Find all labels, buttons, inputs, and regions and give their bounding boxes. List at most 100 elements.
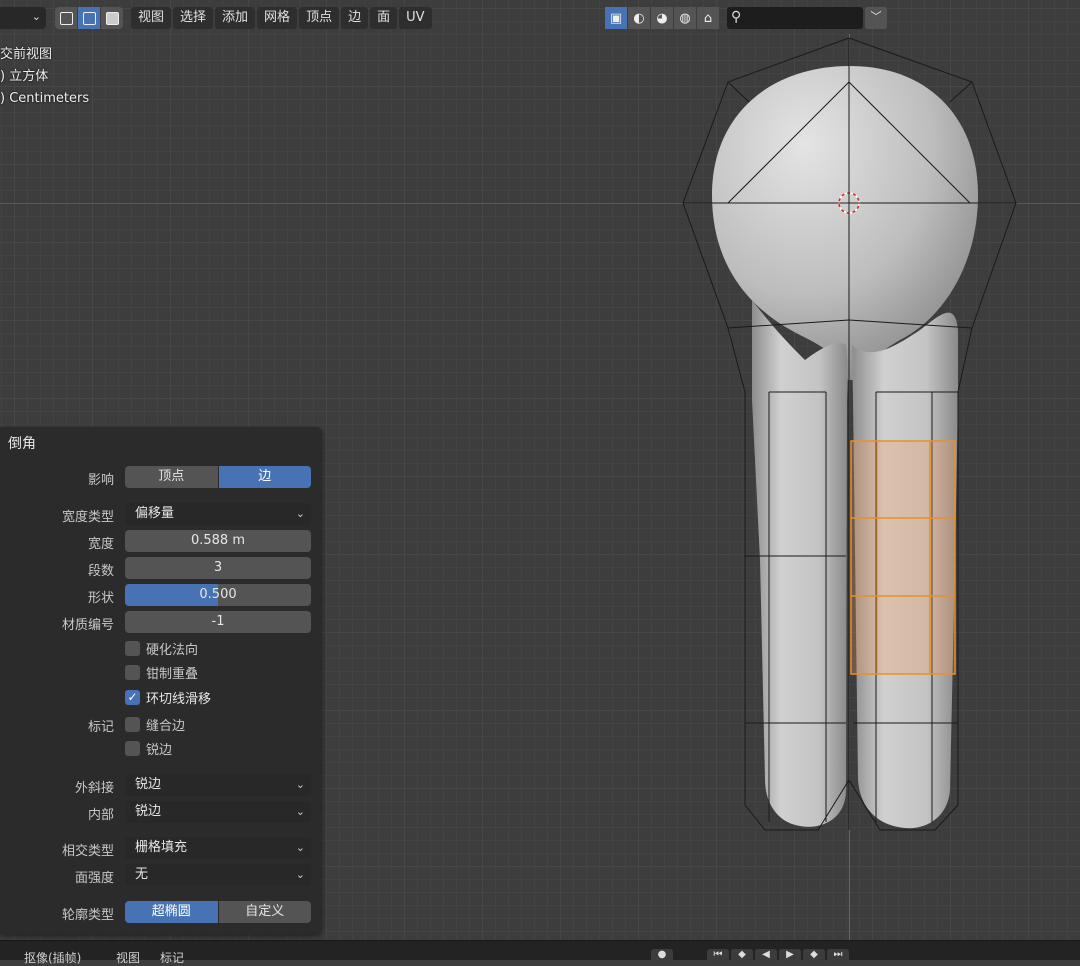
- menu-edge[interactable]: 边: [341, 7, 369, 29]
- edge-select-button[interactable]: [78, 7, 100, 29]
- segments-value: 3: [213, 560, 223, 575]
- segments-label: 段数: [87, 564, 114, 579]
- chevron-down-icon: ⌄: [295, 868, 305, 881]
- intersection-type-dropdown[interactable]: 栅格填充 ⌄: [125, 837, 311, 859]
- miter-outer-row: 外斜接 锐边 ⌄: [0, 773, 322, 797]
- chevron-down-icon: ⌄: [295, 841, 305, 854]
- harden-normals-row: 硬化法向: [0, 636, 322, 660]
- prev-keyframe-icon[interactable]: ◆: [731, 949, 753, 963]
- select-mode-group: [55, 7, 124, 29]
- checkbox-box: [125, 740, 140, 756]
- checkbox-box: [125, 664, 140, 680]
- keying-dropdown[interactable]: 抠像(插帧): [24, 949, 81, 966]
- timeline-marker-menu[interactable]: 标记: [160, 949, 184, 966]
- loop-slide-row: ✓ 环切线滑移: [0, 685, 322, 709]
- profile-type-toggle: 超椭圆 自定义: [125, 901, 311, 923]
- miter-outer-dropdown[interactable]: 锐边 ⌄: [125, 774, 311, 796]
- miter-inner-dropdown[interactable]: 锐边 ⌄: [125, 801, 311, 823]
- menu-uv[interactable]: UV: [399, 7, 432, 29]
- profile-superellipse-option[interactable]: 超椭圆: [125, 901, 218, 923]
- menu-select[interactable]: 选择: [173, 7, 214, 29]
- search-input[interactable]: ⚲: [727, 7, 863, 29]
- jump-start-icon[interactable]: ⏮: [707, 949, 729, 963]
- affect-label: 影响: [87, 473, 114, 488]
- solid-shading-icon[interactable]: ◐: [628, 7, 650, 29]
- object-name: ) 立方体: [0, 69, 49, 84]
- face-strength-label: 面强度: [74, 871, 114, 886]
- material-index-value: -1: [211, 614, 225, 629]
- mark-seams-checkbox[interactable]: 缝合边: [125, 714, 185, 734]
- width-type-label: 宽度类型: [61, 510, 114, 525]
- brush-icon[interactable]: ⌂: [697, 7, 719, 29]
- shape-slider[interactable]: 0.500: [125, 584, 311, 606]
- play-icon[interactable]: ▶: [779, 949, 801, 963]
- miter-inner-row: 内部 锐边 ⌄: [0, 800, 322, 824]
- segments-field[interactable]: 3: [125, 557, 311, 579]
- loop-slide-checkbox[interactable]: ✓ 环切线滑移: [125, 687, 211, 707]
- bevel-operator-panel: 倒角 影响 顶点 边 宽度类型 偏移量 ⌄ 宽度 0.588 m 段数 3 形状 …: [0, 427, 322, 934]
- mode-dropdown[interactable]: ⌄: [0, 7, 46, 29]
- width-type-value: 偏移量: [135, 506, 175, 521]
- profile-type-row: 轮廓类型 超椭圆 自定义: [0, 900, 322, 924]
- chevron-down-icon: ⌄: [31, 10, 41, 23]
- chevron-down-icon: ⌄: [295, 507, 305, 520]
- profile-type-label: 轮廓类型: [61, 908, 114, 923]
- view-name: 交前视图: [0, 47, 53, 62]
- next-keyframe-icon[interactable]: ◆: [803, 949, 825, 963]
- mesh-left-leg: [752, 300, 848, 827]
- intersection-type-value: 栅格填充: [135, 840, 188, 855]
- face-strength-dropdown[interactable]: 无 ⌄: [125, 864, 311, 886]
- face-strength-value: 无: [135, 867, 149, 882]
- overlay-icon[interactable]: ▣: [605, 7, 627, 29]
- mark-sharp-checkbox[interactable]: 锐边: [125, 738, 172, 758]
- affect-toggle: 顶点 边: [125, 466, 311, 488]
- clamp-overlap-label: 钳制重叠: [146, 666, 199, 682]
- jump-end-icon[interactable]: ⏭: [827, 949, 849, 963]
- material-index-label: 材质编号: [61, 618, 114, 633]
- segments-row: 段数 3: [0, 556, 322, 580]
- menu-face[interactable]: 面: [370, 7, 398, 29]
- width-type-dropdown[interactable]: 偏移量 ⌄: [125, 503, 311, 525]
- miter-inner-label: 内部: [87, 808, 114, 823]
- timeline-view-menu[interactable]: 视图: [116, 949, 140, 966]
- shape-value: 0.500: [199, 587, 237, 602]
- vertex-select-button[interactable]: [55, 7, 77, 29]
- mark-sharp-label: 锐边: [146, 742, 173, 758]
- width-field[interactable]: 0.588 m: [125, 530, 311, 552]
- profile-custom-option[interactable]: 自定义: [218, 901, 311, 923]
- record-icon[interactable]: ●: [651, 949, 673, 963]
- material-index-field[interactable]: -1: [125, 611, 311, 633]
- search-icon: ⚲: [731, 9, 742, 25]
- checkbox-box: [125, 640, 140, 656]
- intersection-type-row: 相交类型 栅格填充 ⌄: [0, 836, 322, 860]
- width-label: 宽度: [87, 537, 114, 552]
- width-row: 宽度 0.588 m: [0, 529, 322, 553]
- harden-normals-checkbox[interactable]: 硬化法向: [125, 638, 198, 658]
- intersection-type-label: 相交类型: [61, 844, 114, 859]
- face-strength-row: 面强度 无 ⌄: [0, 863, 322, 887]
- edge-select-icon: [82, 11, 96, 25]
- viewport-header: ⌄ 视图 选择 添加 网格 顶点 边 面 UV ▣ ◐ ◕ ◍ ⌂ ⚲ ﹀: [0, 0, 1080, 34]
- search-dropdown[interactable]: ﹀: [865, 7, 887, 29]
- affect-edges-option[interactable]: 边: [218, 466, 311, 488]
- mark-label: 标记: [87, 720, 114, 735]
- rendered-shading-icon[interactable]: ◍: [674, 7, 696, 29]
- shape-row: 形状 0.500: [0, 583, 322, 607]
- menu-mesh[interactable]: 网格: [257, 7, 298, 29]
- viewport-info: 交前视图 ) 立方体 ) Centimeters: [0, 44, 89, 110]
- checkbox-box: [125, 716, 140, 732]
- affect-row: 影响 顶点 边: [0, 465, 322, 489]
- face-select-button[interactable]: [101, 7, 123, 29]
- material-shading-icon[interactable]: ◕: [651, 7, 673, 29]
- harden-normals-label: 硬化法向: [146, 642, 199, 658]
- menu-view[interactable]: 视图: [131, 7, 172, 29]
- chevron-down-icon: ⌄: [295, 805, 305, 818]
- affect-vertices-option[interactable]: 顶点: [125, 466, 218, 488]
- menu-add[interactable]: 添加: [215, 7, 256, 29]
- menu-vertex[interactable]: 顶点: [299, 7, 340, 29]
- face-select-icon: [105, 11, 119, 25]
- play-reverse-icon[interactable]: ◀: [755, 949, 777, 963]
- clamp-overlap-checkbox[interactable]: 钳制重叠: [125, 662, 198, 682]
- panel-title[interactable]: 倒角: [8, 433, 36, 453]
- units-label: ) Centimeters: [0, 91, 90, 106]
